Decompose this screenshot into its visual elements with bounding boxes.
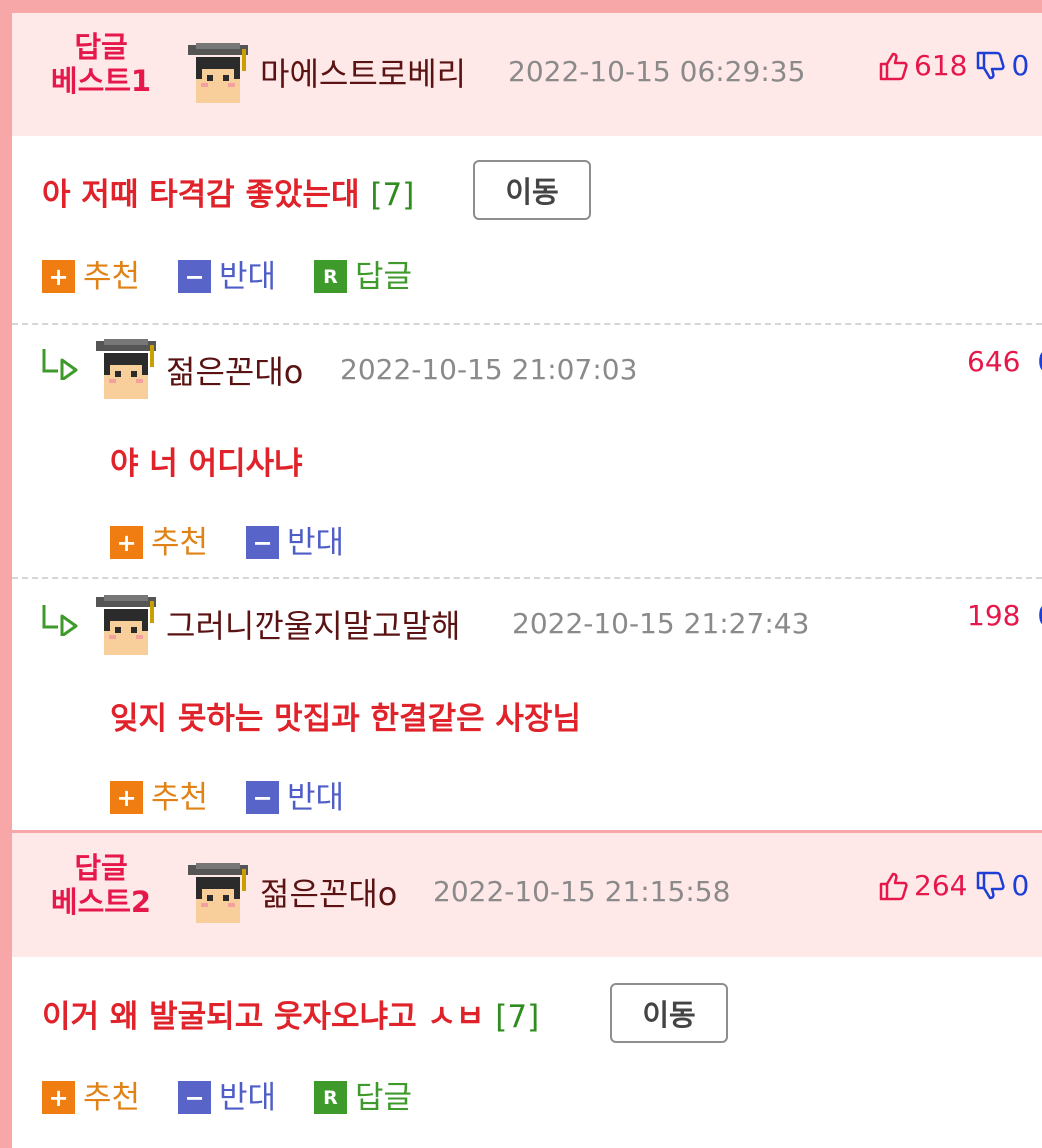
divider <box>12 323 1042 325</box>
author-nickname[interactable]: 젊은꼰대o <box>166 347 303 393</box>
plus-icon: + <box>110 526 143 559</box>
graduate-avatar-icon[interactable] <box>96 595 156 655</box>
graduate-avatar-icon[interactable] <box>96 339 156 399</box>
oppose-label: 반대 <box>219 259 277 295</box>
best-reply-header: 답글 베스트1 마에스트로베리 2022-10-15 06:29:35 618 … <box>12 13 1042 136</box>
plus-icon: + <box>42 1081 75 1114</box>
best-label-line2: 베스트1 <box>50 64 152 98</box>
down-score: 0 <box>1037 599 1042 632</box>
reply-label: 답글 <box>355 1080 413 1116</box>
divider <box>12 577 1042 579</box>
thumbs-up-icon[interactable] <box>878 870 910 902</box>
minus-icon: − <box>246 526 279 559</box>
best-reply-label: 답글 베스트1 <box>12 30 190 98</box>
best-label-line2: 베스트2 <box>50 885 152 919</box>
minus-icon: − <box>246 781 279 814</box>
best-reply-header: 답글 베스트2 젊은꼰대o 2022-10-15 21:15:58 264 0 <box>12 833 1042 957</box>
reply-count[interactable]: [7] <box>370 177 414 213</box>
up-count: 264 <box>914 869 968 902</box>
best-label-line1: 답글 <box>74 851 128 885</box>
oppose-button[interactable]: − 반대 <box>246 517 344 562</box>
graduate-avatar-icon[interactable] <box>188 43 248 103</box>
vote-score: 198 0 <box>967 599 1042 632</box>
author-nickname[interactable]: 그러니깐울지말고말해 <box>166 601 460 647</box>
recommend-button[interactable]: + 추천 <box>110 517 208 562</box>
minus-icon: − <box>178 1081 211 1114</box>
best-label-line1: 답글 <box>74 30 128 64</box>
reply-label: 답글 <box>355 259 413 295</box>
comment-text: 잊지 못하는 맛집과 한결같은 사장님 <box>110 701 581 737</box>
comment-text: 아 저때 타격감 좋았는대 <box>42 177 360 213</box>
recommend-button[interactable]: + 추천 <box>110 772 208 817</box>
down-count: 0 <box>1011 49 1030 82</box>
reply-count[interactable]: [7] <box>495 999 539 1035</box>
reply-r-icon: R <box>314 1081 347 1114</box>
reply-arrow-icon <box>40 346 80 380</box>
recommend-label: 추천 <box>151 780 209 816</box>
graduate-avatar-icon[interactable] <box>188 863 248 923</box>
reply-button[interactable]: R 답글 <box>314 1072 412 1117</box>
move-button[interactable]: 이동 <box>473 160 591 220</box>
down-score: 0 <box>1037 345 1042 378</box>
oppose-label: 반대 <box>287 780 345 816</box>
up-score: 198 <box>967 599 1021 632</box>
oppose-button[interactable]: − 반대 <box>178 251 276 296</box>
thumbs-down-icon[interactable] <box>975 870 1007 902</box>
recommend-button[interactable]: + 추천 <box>42 251 140 296</box>
post-date: 2022-10-15 21:27:43 <box>512 607 810 640</box>
recommend-label: 추천 <box>151 525 209 561</box>
plus-icon: + <box>42 260 75 293</box>
author-nickname[interactable]: 젊은꼰대o <box>260 869 397 915</box>
post-date: 2022-10-15 21:15:58 <box>433 875 731 908</box>
oppose-label: 반대 <box>287 525 345 561</box>
post-date: 2022-10-15 21:07:03 <box>340 353 638 386</box>
vote-counts: 264 0 <box>878 869 1029 902</box>
reply-button[interactable]: R 답글 <box>314 251 412 296</box>
recommend-label: 추천 <box>83 259 141 295</box>
vote-counts: 618 0 <box>878 49 1029 82</box>
reply-r-icon: R <box>314 260 347 293</box>
up-score: 646 <box>967 345 1021 378</box>
down-count: 0 <box>1011 869 1030 902</box>
comment-body: 아 저때 타격감 좋았는대 [7] <box>42 169 414 214</box>
comment-list: 답글 베스트1 마에스트로베리 2022-10-15 06:29:35 618 … <box>12 13 1042 1148</box>
oppose-button[interactable]: − 반대 <box>178 1072 276 1117</box>
comment-text: 야 너 어디사냐 <box>110 446 303 482</box>
up-count: 618 <box>914 49 968 82</box>
minus-icon: − <box>178 260 211 293</box>
best-reply-label: 답글 베스트2 <box>12 851 190 919</box>
comment-text: 이거 왜 발굴되고 웃자오냐고 ㅅㅂ <box>42 999 485 1035</box>
vote-score: 646 0 <box>967 345 1042 378</box>
recommend-label: 추천 <box>83 1080 141 1116</box>
plus-icon: + <box>110 781 143 814</box>
move-button[interactable]: 이동 <box>610 983 728 1043</box>
recommend-button[interactable]: + 추천 <box>42 1072 140 1117</box>
thumbs-down-icon[interactable] <box>975 50 1007 82</box>
thumbs-up-icon[interactable] <box>878 50 910 82</box>
oppose-label: 반대 <box>219 1080 277 1116</box>
post-date: 2022-10-15 06:29:35 <box>508 55 806 88</box>
comment-body: 이거 왜 발굴되고 웃자오냐고 ㅅㅂ [7] <box>42 991 539 1036</box>
oppose-button[interactable]: − 반대 <box>246 772 344 817</box>
author-nickname[interactable]: 마에스트로베리 <box>260 49 466 95</box>
reply-arrow-icon <box>40 602 80 636</box>
